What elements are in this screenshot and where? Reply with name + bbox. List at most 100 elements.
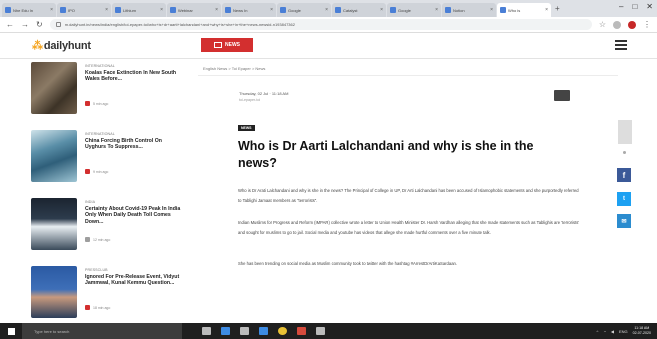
news-meta: 12 min ago [85,237,110,242]
tab-close-icon[interactable]: × [435,7,438,13]
news-thumbnail[interactable] [31,266,77,318]
clock-date: 02-07-2020 [632,331,651,335]
address-bar[interactable]: m.dailyhunt.in/news/india/english/toi-ep… [49,19,592,30]
browser-tab[interactable]: Who is × [497,3,551,17]
task-view-icon[interactable] [202,327,211,335]
tab-close-icon[interactable]: × [160,7,163,13]
tab-title: Google [288,7,301,13]
sidebar-news-card[interactable]: PRESSCLUB Ignored For Pre-Release Event, … [31,264,181,326]
news-category: INTERNATIONAL [85,64,115,68]
twitter-share-icon[interactable]: t [617,192,631,206]
article-paragraph: She has been trending on social media as… [238,261,458,266]
forward-icon[interactable]: → [21,20,29,29]
article-source[interactable]: toi-epaper-toi [239,98,260,102]
sidebar-news-card[interactable]: INTERNATIONAL Koalas Face Extinction In N… [31,60,181,122]
browser-toolbar: ← → ↻ m.dailyhunt.in/news/india/english/… [0,17,657,33]
hamburger-menu-icon[interactable] [615,40,627,50]
sidebar-news-card[interactable]: INDIA Certainty About Covid-19 Peak In In… [31,196,181,258]
news-thumbnail[interactable] [31,130,77,182]
news-meta: 9 min ago [85,169,108,174]
news-time: 5 min ago [93,101,109,106]
browser-tab[interactable]: Notion × [442,3,496,17]
bookmark-star-icon[interactable]: ☆ [599,20,606,29]
tab-close-icon[interactable]: × [490,7,493,13]
tab-favicon-icon [60,7,66,13]
tab-close-icon[interactable]: × [545,7,548,13]
article-card: NEWS Who is Dr Aarti Lalchandani and why… [218,114,590,320]
browser-tab[interactable]: Lithium × [112,3,166,17]
screen: Nhe Edu In × IPO × Lithium × Webinar × News In × G… [0,0,657,339]
tab-favicon-icon [170,7,176,13]
new-tab-button[interactable]: + [555,4,560,13]
window-controls: – □ ✕ [619,2,653,11]
app-icon[interactable] [316,327,325,335]
tab-close-icon[interactable]: × [270,7,273,13]
app-icon[interactable] [297,327,306,335]
back-icon[interactable]: ← [6,20,14,29]
tab-title: Who is [508,7,521,13]
dailyhunt-logo[interactable]: ⁂dailyhunt [32,39,91,52]
maximize-icon[interactable]: □ [632,2,637,11]
scroll-indicator [623,151,626,154]
extension-icon[interactable] [613,20,621,29]
profile-avatar[interactable] [628,20,636,29]
tab-favicon-icon [280,7,286,13]
tab-title: Webinar [178,7,193,13]
close-window-icon[interactable]: ✕ [646,2,653,11]
tray-chevron-icon[interactable]: ^ [597,329,599,334]
browser-tab[interactable]: Google × [277,3,331,17]
browser-tab[interactable]: News In × [222,3,276,17]
tab-title: Google [398,7,411,13]
tab-title: Notion [453,7,465,13]
related-news-sidebar: INTERNATIONAL Koalas Face Extinction In N… [26,60,186,320]
email-share-icon[interactable]: ✉ [617,214,631,228]
article-paragraph: Who is Dr Arati Lalchandani and why is s… [238,188,579,204]
browser-tab[interactable]: Catalyst × [332,3,386,17]
breadcrumb[interactable]: English News > Toi Epaper > News [203,66,265,71]
news-title[interactable]: Ignored For Pre-Release Event, Vidyut Ja… [85,274,181,287]
logo-text: dailyhunt [43,40,91,52]
tab-close-icon[interactable]: × [50,7,53,13]
news-badge[interactable]: NEWS [201,38,253,52]
news-title[interactable]: Certainty About Covid-19 Peak In India O… [85,206,181,225]
start-button[interactable] [0,323,22,339]
facebook-share-icon[interactable]: f [617,168,631,182]
news-time: 12 min ago [93,237,111,242]
browser-menu-icon[interactable]: ⋮ [643,20,651,29]
sidebar-news-card[interactable]: INTERNATIONAL China Forcing Birth Control… [31,128,181,190]
tab-close-icon[interactable]: × [215,7,218,13]
tab-favicon-icon [5,7,11,13]
news-thumbnail[interactable] [31,198,77,250]
source-logo[interactable] [554,90,570,101]
tab-title: News In [233,7,248,13]
tab-close-icon[interactable]: × [380,7,383,13]
input-language[interactable]: ENG [619,329,628,334]
news-title[interactable]: Koalas Face Extinction In New South Wale… [85,70,181,83]
news-time: 9 min ago [93,169,109,174]
browser-tab[interactable]: Google × [387,3,441,17]
chrome-icon[interactable] [278,327,287,335]
url-text: m.dailyhunt.in/news/india/english/toi-ep… [64,22,295,27]
network-icon[interactable]: ◔ [603,329,605,334]
taskbar-search[interactable]: Type here to search [22,323,182,339]
tab-close-icon[interactable]: × [105,7,108,13]
volume-icon[interactable]: ◀ [611,329,614,334]
article-area: English News > Toi Epaper > News Thursda… [190,60,632,320]
news-badge-label: NEWS [225,42,240,48]
minimize-icon[interactable]: – [619,2,623,11]
browser-tab[interactable]: Nhe Edu In × [2,3,56,17]
source-icon [85,101,90,106]
reload-icon[interactable]: ↻ [36,20,43,29]
news-tag: NEWS [238,125,255,131]
news-title[interactable]: China Forcing Birth Control On Uyghurs T… [85,138,181,151]
browser-tab[interactable]: IPO × [57,3,111,17]
tab-favicon-icon [390,7,396,13]
clock[interactable]: 11:18 AM 02-07-2020 [633,326,651,335]
file-explorer-icon[interactable] [240,327,249,335]
tab-close-icon[interactable]: × [325,7,328,13]
scroll-up-button[interactable] [618,120,632,144]
browser-tab[interactable]: Webinar × [167,3,221,17]
news-thumbnail[interactable] [31,62,77,114]
edge-icon[interactable] [221,327,230,335]
store-icon[interactable] [259,327,268,335]
